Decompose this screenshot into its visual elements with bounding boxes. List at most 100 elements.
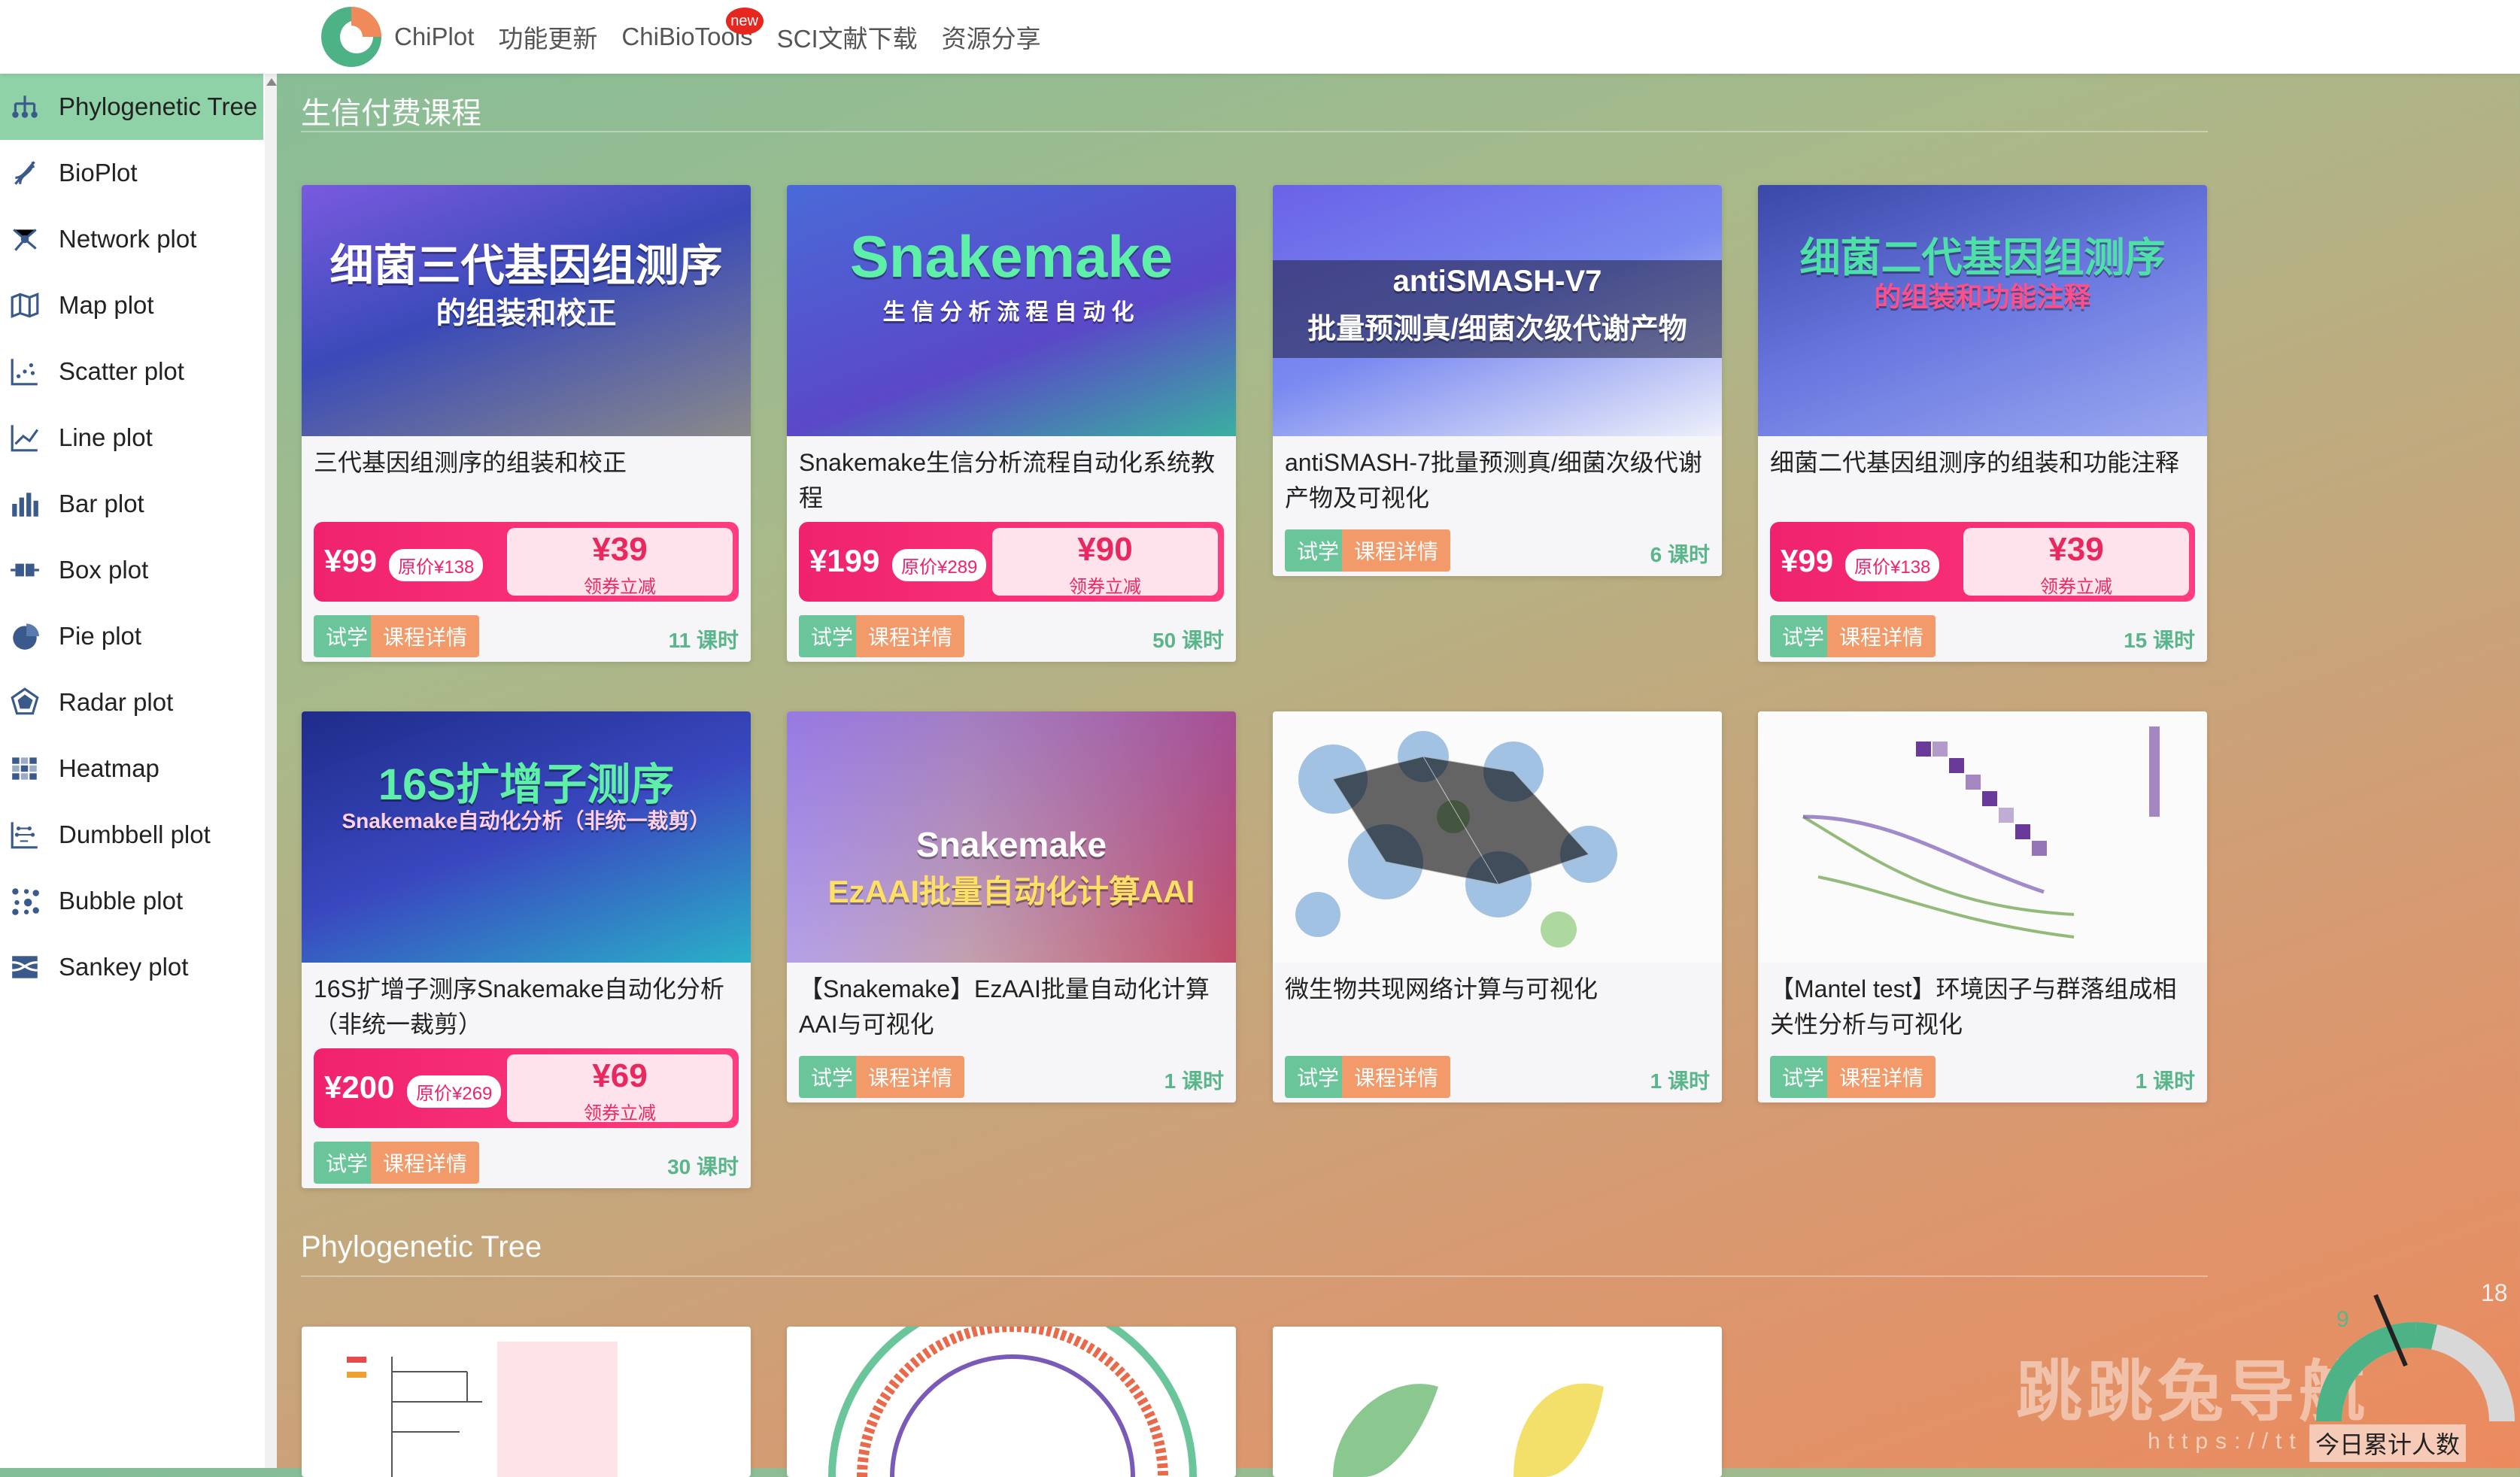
- nav-resources[interactable]: 资源分享: [942, 19, 1041, 55]
- detail-button[interactable]: 课程详情: [856, 1056, 965, 1098]
- sidebar-item-map-plot[interactable]: Map plot: [0, 272, 277, 338]
- nav-sci-download[interactable]: SCI文献下载: [777, 19, 918, 55]
- course-title[interactable]: 细菌二代基因组测序的组装和功能注释: [1758, 436, 2207, 516]
- course-title[interactable]: 【Snakemake】EzAAI批量自动化计算AAI与可视化: [787, 963, 1236, 1042]
- lesson-count: 15 课时: [2124, 629, 2195, 652]
- detail-button[interactable]: 课程详情: [1342, 1056, 1451, 1098]
- nav-updates[interactable]: 功能更新: [498, 19, 597, 55]
- coupon[interactable]: ¥39 领券立减: [1963, 528, 2189, 597]
- coupon[interactable]: ¥69 领券立减: [507, 1054, 733, 1124]
- lesson-count: 50 课时: [1152, 629, 1224, 652]
- course-card[interactable]: Snakemake 生信分析流程自动化 Snakemake生信分析流程自动化系统…: [787, 185, 1236, 662]
- price-box[interactable]: ¥200 原价¥269 ¥69 领券立减: [314, 1048, 739, 1128]
- sidebar: Phylogenetic Tree BioPlot Network plot M…: [0, 74, 277, 1468]
- sidebar-item-sankey-plot[interactable]: Sankey plot: [0, 934, 277, 1000]
- coupon[interactable]: ¥39 领券立减: [507, 528, 733, 597]
- try-button[interactable]: 试学: [1285, 529, 1352, 572]
- course-title[interactable]: Snakemake生信分析流程自动化系统教程: [787, 436, 1236, 516]
- sidebar-item-bubble-plot[interactable]: Bubble plot: [0, 868, 277, 934]
- course-card[interactable]: antiSMASH-V7 批量预测真/细菌次级代谢产物 antiSMASH-7批…: [1273, 185, 1722, 576]
- course-thumbnail[interactable]: Snakemake EzAAI批量自动化计算AAI: [787, 711, 1236, 963]
- sidebar-item-dumbbell-plot[interactable]: Dumbbell plot: [0, 802, 277, 868]
- price-box[interactable]: ¥99 原价¥138 ¥39 领券立减: [314, 522, 739, 602]
- course-thumbnail[interactable]: Snakemake 生信分析流程自动化: [787, 185, 1236, 436]
- tree-example-card[interactable]: [787, 1327, 1236, 1477]
- coupon[interactable]: ¥90 领券立减: [992, 528, 1218, 597]
- course-thumbnail[interactable]: 细菌二代基因组测序 的组装和功能注释: [1758, 185, 2207, 436]
- sidebar-item-network-plot[interactable]: Network plot: [0, 206, 277, 272]
- price-box[interactable]: ¥199 原价¥289 ¥90 领券立减: [799, 522, 1224, 602]
- sidebar-item-line-plot[interactable]: Line plot: [0, 405, 277, 471]
- sidebar-item-scatter-plot[interactable]: Scatter plot: [0, 338, 277, 405]
- course-thumbnail[interactable]: [1758, 711, 2207, 963]
- sidebar-item-box-plot[interactable]: Box plot: [0, 537, 277, 603]
- course-card[interactable]: 细菌三代基因组测序 的组装和校正 三代基因组测序的组装和校正 ¥99 原价¥13…: [302, 185, 751, 662]
- course-card[interactable]: 微生物共现网络计算与可视化 试学 课程详情 1 课时: [1273, 711, 1722, 1102]
- lesson-count: 11 课时: [668, 629, 739, 652]
- try-button[interactable]: 试学: [1770, 1056, 1837, 1098]
- detail-button[interactable]: 课程详情: [856, 615, 965, 657]
- detail-button[interactable]: 课程详情: [371, 1142, 480, 1184]
- course-title[interactable]: antiSMASH-7批量预测真/细菌次级代谢产物及可视化: [1273, 436, 1722, 516]
- sidebar-item-pie-plot[interactable]: Pie plot: [0, 603, 277, 669]
- card-footer: 试学 课程详情 15 课时: [1758, 602, 2207, 662]
- course-card[interactable]: Snakemake EzAAI批量自动化计算AAI 【Snakemake】EzA…: [787, 711, 1236, 1102]
- course-card[interactable]: 16S扩增子测序 Snakemake自动化分析（非统一裁剪） 16S扩增子测序S…: [302, 711, 751, 1188]
- nav-chibiotools[interactable]: ChiBioTools new: [621, 8, 764, 51]
- pie-chart-icon: [13, 623, 39, 650]
- top-navbar: ChiPlot 功能更新 ChiBioTools new SCI文献下载 资源分…: [0, 0, 2520, 74]
- course-thumbnail[interactable]: antiSMASH-V7 批量预测真/细菌次级代谢产物: [1273, 185, 1722, 436]
- try-button[interactable]: 试学: [1770, 615, 1837, 657]
- lesson-count: 30 课时: [667, 1155, 739, 1178]
- tree-example-card[interactable]: [302, 1327, 751, 1477]
- lesson-count: 1 课时: [1650, 1069, 1710, 1093]
- course-title[interactable]: 【Mantel test】环境因子与群落组成相关性分析与可视化: [1758, 963, 2207, 1042]
- sidebar-item-bar-plot[interactable]: Bar plot: [0, 471, 277, 537]
- try-button[interactable]: 试学: [799, 1056, 866, 1098]
- course-card[interactable]: 细菌二代基因组测序 的组装和功能注释 细菌二代基因组测序的组装和功能注释 ¥99…: [1758, 185, 2207, 662]
- watermark-url: https://tt: [2148, 1429, 2303, 1454]
- course-title[interactable]: 微生物共现网络计算与可视化: [1273, 963, 1722, 1042]
- course-title[interactable]: 三代基因组测序的组装和校正: [302, 436, 751, 516]
- tree-icon: [12, 96, 38, 118]
- lesson-count: 6 课时: [1650, 543, 1710, 566]
- course-thumbnail[interactable]: 16S扩增子测序 Snakemake自动化分析（非统一裁剪）: [302, 711, 751, 963]
- card-footer: 试学 课程详情 50 课时: [787, 602, 1236, 662]
- heatmap-icon: [12, 757, 37, 780]
- scroll-up-arrow-icon[interactable]: [266, 78, 277, 86]
- section-title-phylogenetic-tree[interactable]: Phylogenetic Tree: [301, 1230, 542, 1264]
- visitor-label: 今日累计人数: [2309, 1424, 2467, 1462]
- course-title[interactable]: 16S扩增子测序Snakemake自动化分析（非统一裁剪）: [302, 963, 751, 1042]
- detail-button[interactable]: 课程详情: [1827, 1056, 1936, 1098]
- card-footer: 试学 课程详情 1 课时: [1273, 1042, 1722, 1102]
- try-button[interactable]: 试学: [799, 615, 866, 657]
- card-footer: 试学 课程详情 1 课时: [1758, 1042, 2207, 1102]
- detail-button[interactable]: 课程详情: [1827, 615, 1936, 657]
- network-preview-image: [1295, 731, 1617, 948]
- try-button[interactable]: 试学: [314, 615, 381, 657]
- chiplot-logo[interactable]: [317, 3, 385, 71]
- main-nav: ChiPlot 功能更新 ChiBioTools new SCI文献下载 资源分…: [394, 0, 1065, 74]
- course-thumbnail[interactable]: [1273, 711, 1722, 963]
- course-thumbnail[interactable]: 细菌三代基因组测序 的组装和校正: [302, 185, 751, 436]
- detail-button[interactable]: 课程详情: [1342, 529, 1451, 572]
- section-divider: [301, 1275, 2208, 1277]
- price-box[interactable]: ¥99 原价¥138 ¥39 领券立减: [1770, 522, 2195, 602]
- new-badge: new: [725, 8, 764, 35]
- card-footer: 试学 课程详情 30 课时: [302, 1128, 751, 1188]
- try-button[interactable]: 试学: [1285, 1056, 1352, 1098]
- leaf-tree-preview-image: [1333, 1383, 1604, 1477]
- lesson-count: 1 课时: [1164, 1069, 1224, 1093]
- detail-button[interactable]: 课程详情: [371, 615, 480, 657]
- nav-chiplot[interactable]: ChiPlot: [394, 23, 474, 51]
- course-card[interactable]: 【Mantel test】环境因子与群落组成相关性分析与可视化 试学 课程详情 …: [1758, 711, 2207, 1102]
- tree-example-card[interactable]: [1273, 1327, 1722, 1477]
- sidebar-item-heatmap[interactable]: Heatmap: [0, 735, 277, 802]
- card-footer: 试学 课程详情 1 课时: [787, 1042, 1236, 1102]
- sidebar-scrollbar[interactable]: [265, 74, 277, 1468]
- sidebar-item-radar-plot[interactable]: Radar plot: [0, 669, 277, 735]
- bar-chart-icon: [12, 493, 38, 517]
- sidebar-item-bioplot[interactable]: BioPlot: [0, 140, 277, 206]
- try-button[interactable]: 试学: [314, 1142, 381, 1184]
- sidebar-item-phylogenetic-tree[interactable]: Phylogenetic Tree: [0, 74, 263, 140]
